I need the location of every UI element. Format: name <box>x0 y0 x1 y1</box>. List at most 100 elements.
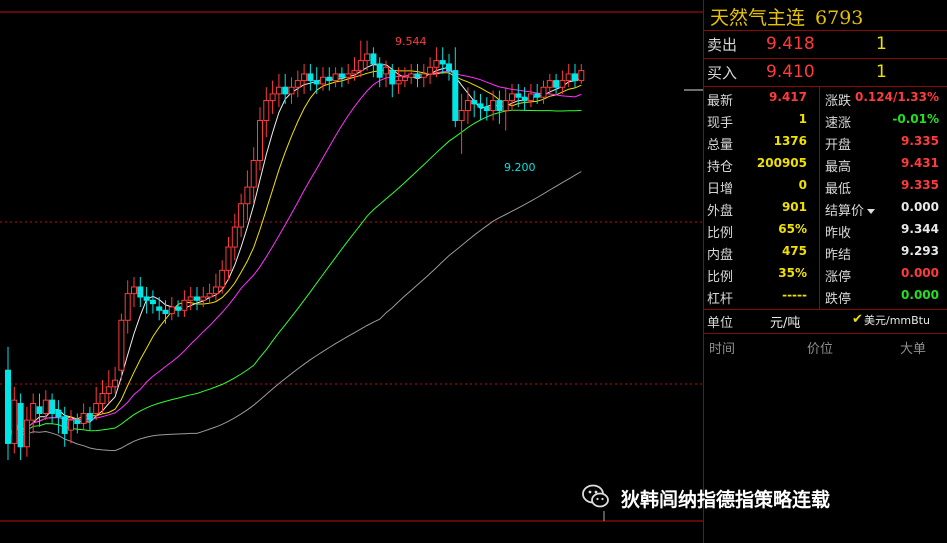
col-big: 大单 <box>900 342 927 357</box>
candle <box>137 286 144 298</box>
candle <box>231 226 238 248</box>
candle <box>509 93 515 102</box>
unit-value[interactable]: 元/吨 <box>770 312 800 331</box>
candle <box>540 86 547 98</box>
quote-value: 35% <box>778 266 807 280</box>
quote-label: 开盘 <box>825 138 852 153</box>
candle <box>61 416 68 434</box>
quote-row: 持仓 200905 最高 9.431 <box>704 156 947 178</box>
candle <box>294 80 301 88</box>
candle <box>181 299 188 311</box>
quote-value: 9.417 <box>769 90 807 104</box>
candle <box>383 66 389 75</box>
candle <box>572 73 578 82</box>
candle <box>250 159 257 188</box>
ma10-line <box>7 69 582 444</box>
candle <box>86 412 93 421</box>
watermark-text: 狄韩闾纳指德指策略连载 <box>621 489 831 511</box>
quote-value: 0 <box>798 178 807 192</box>
sell-row[interactable]: 卖出 9.418 1 <box>704 34 947 58</box>
candle <box>427 66 434 75</box>
candle <box>74 419 81 424</box>
candle <box>112 379 119 388</box>
quote-row: 比例 65% 昨收 9.344 <box>704 222 947 244</box>
quote-label: 速涨 <box>825 116 852 131</box>
candle <box>370 53 377 65</box>
buy-qty: 1 <box>876 62 887 82</box>
quote-value: 9.431 <box>901 156 939 170</box>
quote-label: 最新 <box>707 94 734 109</box>
quote-value: 65% <box>778 222 807 236</box>
candle <box>238 203 245 228</box>
candle <box>42 399 49 414</box>
ma20-line <box>7 70 582 444</box>
quote-label: 总量 <box>707 138 734 153</box>
quote-value: 475 <box>781 244 807 258</box>
quote-value: ----- <box>782 288 807 302</box>
candle <box>80 412 87 424</box>
wechat-icon <box>582 484 609 508</box>
candle <box>105 386 112 394</box>
quote-row: 比例 35% 涨停 0.000 <box>704 266 947 288</box>
candle <box>156 306 163 311</box>
candle <box>68 419 74 431</box>
quote-label: 最高 <box>825 160 852 175</box>
candle <box>357 60 364 72</box>
candle <box>187 296 194 301</box>
quote-value: 9.293 <box>901 244 939 258</box>
candle <box>131 286 137 295</box>
quote-label: 最低 <box>825 182 852 197</box>
quote-value: 9.335 <box>901 134 939 148</box>
candle <box>212 286 219 295</box>
quote-value: 0.000 <box>901 288 939 302</box>
candle <box>55 409 62 418</box>
candlestick-chart[interactable]: 9.544 9.200 <box>0 0 703 543</box>
candle <box>320 76 326 85</box>
candle <box>351 70 358 75</box>
quote-value: 1376 <box>773 134 807 148</box>
candle <box>490 100 497 112</box>
chevron-down-icon[interactable] <box>867 209 876 214</box>
col-time: 时间 <box>709 342 736 357</box>
candle <box>414 73 421 78</box>
col-price: 价位 <box>807 342 834 357</box>
candle <box>471 100 478 105</box>
instrument-title: 天然气主连 6793 <box>710 3 863 30</box>
watermark: 狄韩闾纳指德指策略连载 <box>582 484 831 512</box>
candle <box>206 293 213 298</box>
quote-value: 9.335 <box>901 178 939 192</box>
quote-label: 跌停 <box>825 292 852 307</box>
quote-value: 200905 <box>756 156 807 170</box>
candle <box>149 299 156 305</box>
candle <box>263 100 270 122</box>
candle <box>420 73 427 78</box>
candle <box>408 73 415 78</box>
quote-panel: 天然气主连 6793 卖出 9.418 1 买入 9.410 1 最新 9.417 涨… <box>703 0 947 543</box>
buy-label: 买入 <box>707 64 738 82</box>
candle <box>534 93 541 98</box>
sell-price: 9.418 <box>766 34 815 54</box>
candle <box>162 309 169 315</box>
candle <box>36 406 43 414</box>
candle <box>124 293 131 321</box>
unit-alt-value[interactable]: 美元/mmBtu <box>864 312 930 328</box>
candle <box>553 80 560 88</box>
unit-label: 单位 <box>707 316 734 331</box>
candle <box>99 393 106 404</box>
quote-label: 现手 <box>707 116 734 131</box>
high-label: 9.544 <box>395 35 427 48</box>
quote-value: -0.01% <box>892 112 939 126</box>
sell-qty: 1 <box>876 34 887 54</box>
buy-row[interactable]: 买入 9.410 1 <box>704 62 947 86</box>
quote-label: 昨收 <box>825 226 852 241</box>
quote-value: 0.000 <box>901 200 939 214</box>
candle <box>282 86 289 95</box>
candle <box>546 80 553 88</box>
candle <box>446 63 452 72</box>
candle <box>288 86 295 95</box>
candle <box>332 73 339 82</box>
candle <box>17 402 24 448</box>
quote-row: 现手 1 速涨 -0.01% <box>704 112 947 134</box>
quote-row: 内盘 475 昨结 9.293 <box>704 244 947 266</box>
ma40-line <box>7 109 582 444</box>
